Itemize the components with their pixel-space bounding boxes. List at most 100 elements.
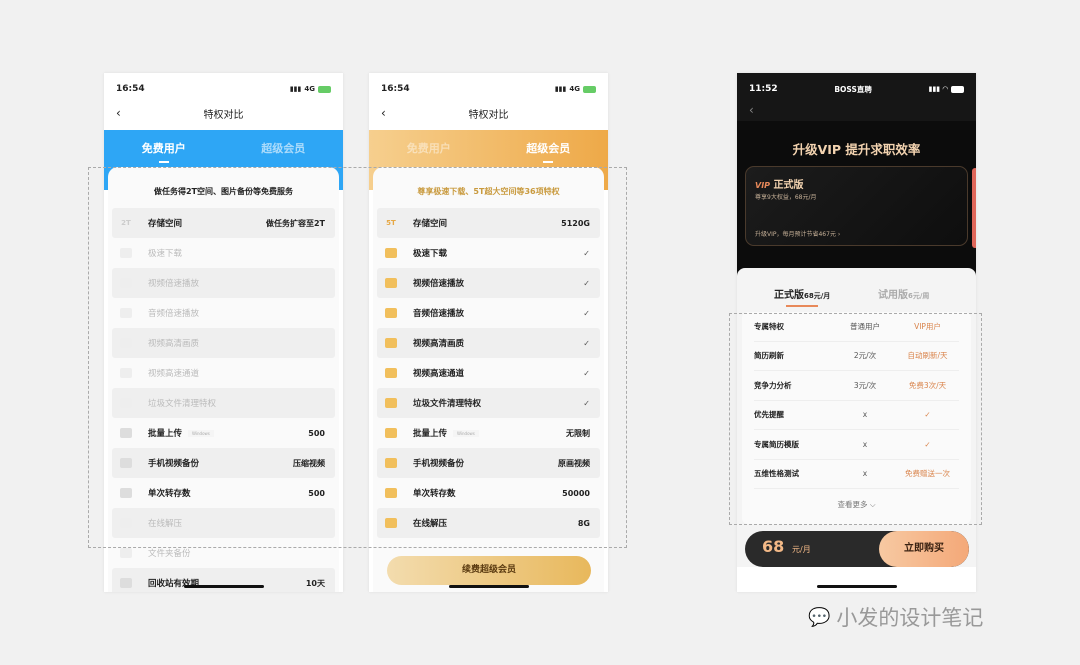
privilege-icon: [120, 308, 132, 318]
privilege-row: 文件夹备份: [112, 538, 335, 568]
headline: 升级VIP 提升求职效率: [792, 142, 921, 157]
table-cell: 竞争力分析: [754, 380, 792, 390]
table-cell: 专属简历模版: [754, 439, 799, 449]
privilege-row: 垃圾文件清理特权 ✓: [377, 388, 600, 418]
see-more-link[interactable]: 查看更多 ⌵: [754, 499, 959, 510]
privilege-icon: 2T: [121, 219, 131, 227]
privilege-value: 做任务扩容至2T: [265, 218, 325, 228]
tab-free[interactable]: 免费用户: [104, 140, 224, 163]
privilege-row: 手机视频备份 原画视频: [377, 448, 600, 478]
table-cell: VIP用户: [914, 321, 941, 331]
table-row: 专属简历模版 x ✓: [754, 430, 959, 460]
home-indicator: [816, 585, 897, 588]
table-row: 简历刷新 2元/次 自动刷新/天: [754, 342, 959, 371]
privilege-label: 批量上传: [413, 429, 448, 439]
privilege-value: ✓: [583, 248, 590, 258]
privilege-row: 视频高速通道: [112, 358, 335, 388]
privilege-row: 在线解压 8G: [377, 508, 600, 538]
tab-trial[interactable]: 试用版6元/周: [878, 286, 929, 301]
privilege-label: 在线解压: [148, 519, 183, 529]
tab-free[interactable]: 免费用户: [369, 140, 489, 156]
privilege-label: 批量上传: [148, 429, 183, 439]
privilege-icon: [385, 368, 397, 378]
table-row: 竞争力分析 3元/次 免费3次/天: [754, 371, 959, 401]
status-icons: ▮▮▮ 4G: [290, 85, 331, 93]
savings-link[interactable]: 升级VIP，每月预计节省467元 ›: [755, 229, 840, 238]
table-cell: 3元/次: [853, 380, 877, 390]
privilege-value: ✓: [583, 278, 590, 288]
privilege-label: 视频高速通道: [413, 369, 465, 379]
table-row: 五维性格测试 x 免费赠送一次: [754, 460, 959, 489]
privilege-row: 在线解压: [112, 508, 335, 538]
privilege-row: 单次转存数 500: [112, 478, 335, 508]
vip-user-screen: 16:54 ▮▮▮ 4G ‹ 特权对比 免费用户 超级会员 尊享极速下载、5T超大空…: [369, 73, 608, 592]
privilege-icon: [120, 548, 132, 558]
subtitle: 做任务得2T空间、图片备份等免费服务: [153, 187, 294, 196]
privilege-icon: [120, 398, 132, 408]
privilege-label: 单次转存数: [148, 489, 191, 499]
table-cell: 普通用户: [850, 321, 880, 331]
buy-now-button[interactable]: 立即购买: [879, 531, 969, 567]
privilege-value: ✓: [583, 308, 590, 318]
home-indicator: [448, 585, 529, 588]
battery-icon: [583, 85, 596, 93]
back-icon[interactable]: ‹: [116, 106, 121, 120]
privilege-value: ✓: [583, 368, 590, 378]
table-cell: 专属特权: [754, 321, 784, 331]
renew-vip-button[interactable]: 续费超级会员: [387, 556, 591, 585]
privilege-label: 垃圾文件清理特权: [413, 399, 482, 409]
privilege-value: ✓: [583, 398, 590, 408]
privilege-label: 极速下载: [413, 249, 448, 259]
table-cell: x: [862, 439, 868, 449]
privilege-label: 垃圾文件清理特权: [148, 399, 217, 409]
table-cell: 五维性格测试: [754, 469, 799, 479]
privilege-icon: [120, 278, 132, 288]
tab-vip[interactable]: 超级会员: [224, 140, 344, 156]
buy-bar: 68 元/月 立即购买: [745, 531, 969, 567]
privilege-label: 在线解压: [413, 519, 448, 529]
table-cell: 免费赠送一次: [905, 469, 950, 479]
subtitle: 尊享极速下载、5T超大空间等36项特权: [417, 187, 560, 196]
privilege-icon: [385, 278, 397, 288]
vip-plan-card[interactable]: VIP 正式版 尊享9大权益，68元/月 升级VIP，每月预计节省467元 ›: [745, 166, 968, 246]
privilege-row: 音频倍速播放: [112, 298, 335, 328]
privilege-icon: [120, 338, 132, 348]
privilege-row: 2T 存储空间 做任务扩容至2T: [112, 208, 335, 238]
privilege-icon: [120, 518, 132, 528]
privilege-value: 原画视频: [558, 458, 590, 468]
table-row: 优先提醒 x ✓: [754, 401, 959, 430]
status-icons: ▮▮▮ 4G: [555, 85, 596, 93]
watermark: 💬 小发的设计笔记: [808, 606, 984, 630]
table-row: 专属特权 普通用户 VIP用户: [754, 312, 959, 342]
privilege-label: 极速下载: [148, 249, 183, 259]
platform-tag: Windows: [453, 429, 479, 437]
tab-formal[interactable]: 正式版68元/月: [774, 286, 830, 307]
privilege-label: 手机视频备份: [148, 459, 200, 469]
table-cell: x: [862, 469, 868, 479]
app-name: BOSS直聘: [834, 84, 872, 94]
privilege-row: 极速下载 ✓: [377, 238, 600, 268]
privilege-icon: [385, 398, 397, 408]
price: 68: [762, 537, 785, 556]
back-icon[interactable]: ‹: [381, 106, 386, 120]
privilege-label: 音频倍速播放: [413, 309, 465, 319]
privilege-row: 视频倍速播放: [112, 268, 335, 298]
tab-vip[interactable]: 超级会员: [489, 140, 609, 163]
status-time: 16:54: [381, 84, 410, 94]
privilege-value: 无限制: [566, 428, 590, 438]
comparison-table: 专属特权 普通用户 VIP用户 简历刷新 2元/次 自动刷新/天 竞争力分析 3元/次 免费3次…: [742, 312, 971, 524]
page-title: 特权对比: [468, 110, 509, 121]
privilege-icon: [120, 578, 132, 588]
privilege-value: 10天: [305, 578, 325, 588]
privilege-value: 8G: [577, 518, 590, 528]
back-icon[interactable]: ‹: [749, 103, 754, 117]
table-cell: 简历刷新: [754, 351, 784, 361]
privilege-icon: [120, 428, 132, 438]
table-cell: 自动刷新/天: [907, 351, 948, 361]
privilege-label: 视频高速通道: [148, 369, 200, 379]
table-cell: ✓: [924, 439, 931, 449]
table-cell: x: [862, 410, 868, 420]
privilege-row: 视频倍速播放 ✓: [377, 268, 600, 298]
privilege-icon: [385, 458, 397, 468]
privilege-value: 50000: [562, 488, 590, 498]
